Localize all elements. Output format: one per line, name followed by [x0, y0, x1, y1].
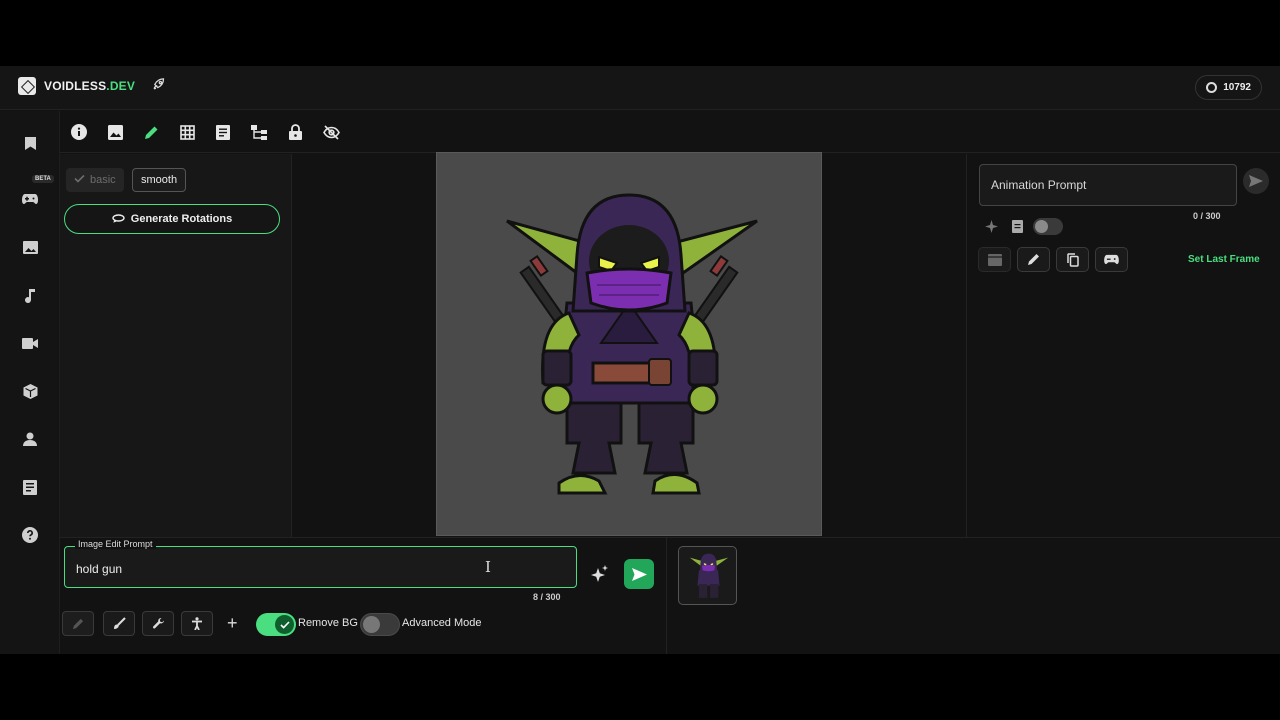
beta-badge: BETA [32, 175, 54, 183]
sidebar: BETA [0, 111, 60, 654]
animation-send-button[interactable] [1243, 168, 1269, 194]
image-icon[interactable] [106, 123, 124, 141]
document-icon[interactable] [20, 477, 40, 497]
editor-toolbar [60, 111, 1280, 153]
coin-icon [1206, 82, 1218, 93]
basic-chip-label: basic [90, 174, 116, 186]
gamepad-icon[interactable] [20, 189, 40, 209]
remove-bg-toggle[interactable] [256, 613, 296, 636]
list-icon[interactable] [214, 123, 232, 141]
text-cursor-icon: I [485, 558, 491, 576]
cube-icon[interactable] [20, 381, 40, 401]
film-icon[interactable] [978, 247, 1011, 272]
image-edit-prompt-label: Image Edit Prompt [75, 539, 156, 549]
bookmark-icon[interactable] [20, 133, 40, 153]
set-last-frame-button[interactable]: Set Last Frame [1188, 254, 1260, 265]
pencil-tool-button[interactable] [62, 611, 94, 636]
brand[interactable]: VOIDLESS.DEV [18, 77, 166, 95]
grid-icon[interactable] [178, 123, 196, 141]
brand-name: VOIDLESS.DEV [44, 79, 136, 93]
bottom-panel: Image Edit Prompt hold gun I 8 / 300 + R… [60, 537, 1280, 655]
lock-icon[interactable] [286, 123, 304, 141]
top-bar: VOIDLESS.DEV 10792 [0, 66, 1280, 110]
letterbox-top [0, 0, 1280, 66]
add-tool-button[interactable]: + [227, 613, 238, 634]
image-icon[interactable] [20, 237, 40, 257]
goblin-ninja-sprite [506, 193, 758, 495]
credits-badge[interactable]: 10792 [1195, 75, 1262, 100]
music-icon[interactable] [20, 285, 40, 305]
smooth-chip-label: smooth [141, 174, 178, 186]
pencil-icon[interactable] [142, 123, 160, 141]
left-panel: basic smooth Generate Rotations [60, 154, 292, 537]
document-icon[interactable] [1009, 218, 1025, 234]
right-panel: Animation Prompt 0 / 300 Set Last Frame [966, 154, 1280, 537]
generate-rotations-button[interactable]: Generate Rotations [64, 204, 280, 234]
image-edit-prompt-value: hold gun [76, 562, 123, 576]
pose-tool-button[interactable] [181, 611, 213, 636]
edit-prompt-counter: 8 / 300 [533, 592, 561, 602]
rotate-icon [112, 213, 125, 226]
app-window: VOIDLESS.DEV 10792 BETA basic smooth Gen… [0, 66, 1280, 655]
enhance-prompt-button[interactable] [591, 565, 609, 588]
basic-chip[interactable]: basic [66, 168, 124, 192]
copy-frame-button[interactable] [1056, 247, 1089, 272]
remove-bg-label: Remove BG [298, 617, 358, 629]
submit-edit-button[interactable] [624, 559, 654, 589]
toggle-knob [363, 616, 380, 633]
brush-tool-button[interactable] [103, 611, 135, 636]
user-icon[interactable] [20, 429, 40, 449]
advanced-mode-toggle[interactable] [360, 613, 400, 636]
rocket-icon[interactable] [151, 77, 166, 95]
info-icon[interactable] [70, 123, 88, 141]
logo-icon [18, 77, 36, 95]
gamepad-icon[interactable] [1095, 247, 1128, 272]
animation-toggle[interactable] [1033, 218, 1063, 235]
video-icon[interactable] [20, 333, 40, 353]
sparkle-icon[interactable] [983, 218, 999, 234]
credits-value: 10792 [1223, 82, 1251, 93]
letterbox-bottom [0, 654, 1280, 720]
eye-off-icon[interactable] [322, 123, 340, 141]
animation-counter: 0 / 300 [1193, 211, 1221, 221]
hierarchy-icon[interactable] [250, 123, 268, 141]
animation-prompt-placeholder: Animation Prompt [991, 178, 1087, 192]
check-icon [275, 615, 294, 634]
wrench-tool-button[interactable] [142, 611, 174, 636]
animation-prompt-input[interactable]: Animation Prompt [979, 164, 1237, 206]
image-canvas[interactable] [436, 152, 822, 536]
panel-divider [666, 538, 667, 655]
smooth-chip[interactable]: smooth [132, 168, 187, 192]
generate-rotations-label: Generate Rotations [130, 213, 233, 225]
check-icon [74, 174, 85, 186]
advanced-mode-label: Advanced Mode [402, 617, 482, 629]
canvas-area [292, 152, 966, 537]
result-thumbnail[interactable] [678, 546, 737, 605]
help-icon[interactable] [20, 525, 40, 545]
edit-frame-button[interactable] [1017, 247, 1050, 272]
image-edit-prompt-field[interactable]: Image Edit Prompt hold gun I [64, 539, 577, 588]
